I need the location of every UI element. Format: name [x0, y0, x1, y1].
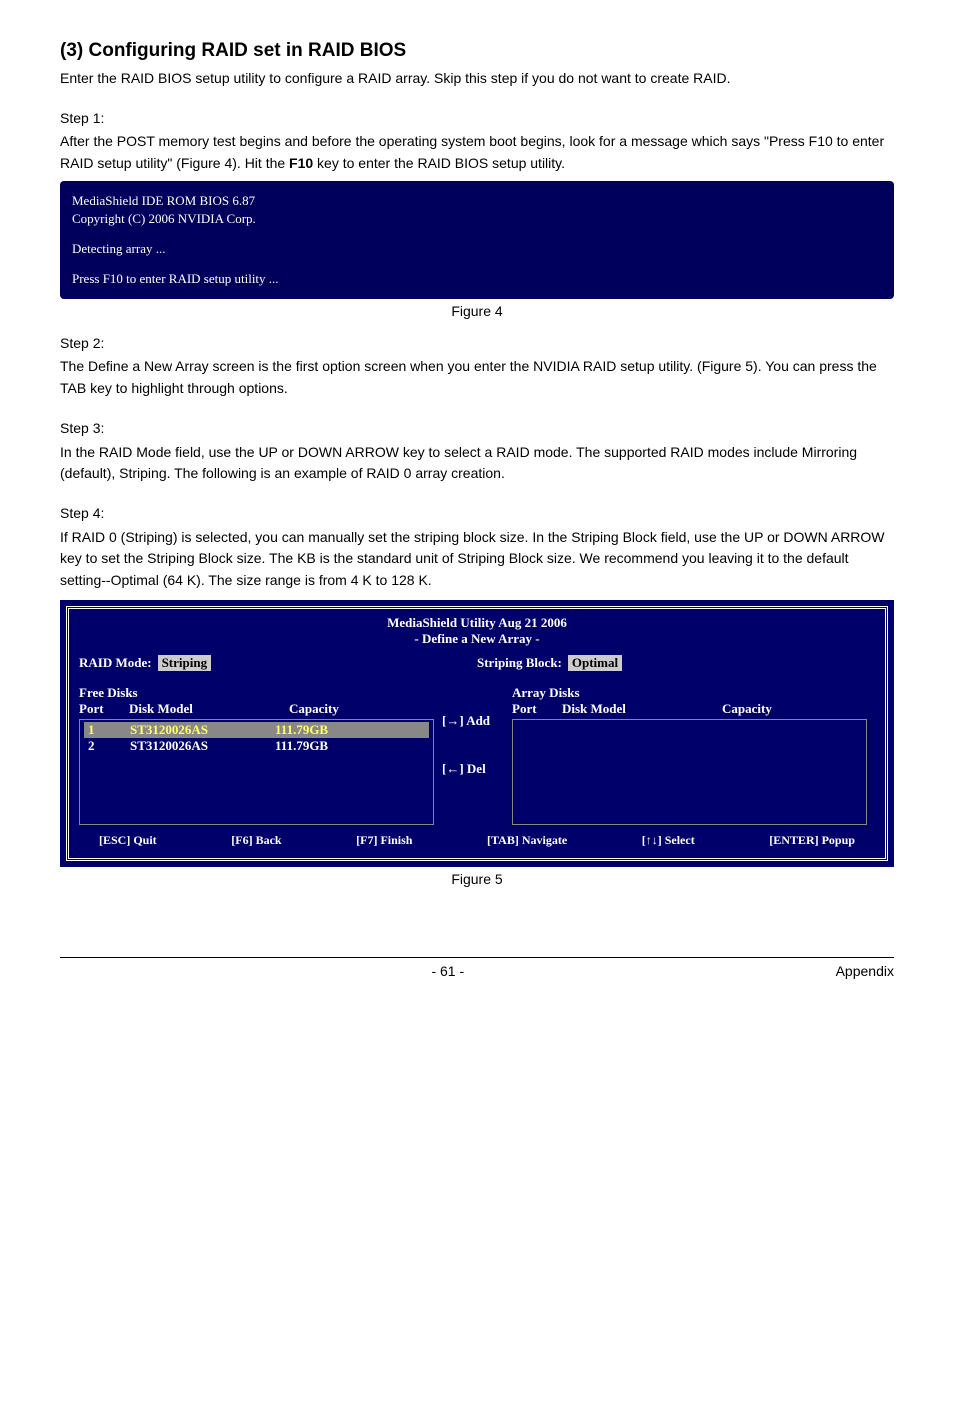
footer-f6[interactable]: [F6] Back [231, 833, 281, 848]
col-model: Disk Model [562, 701, 722, 717]
utility-title: MediaShield Utility Aug 21 2006 - Define… [79, 615, 875, 647]
bios-message-block: MediaShield IDE ROM BIOS 6.87 Copyright … [60, 181, 894, 299]
footer-select[interactable]: [↑↓] Select [642, 833, 695, 848]
step1-text: After the POST memory test begins and be… [60, 131, 894, 174]
utility-border: MediaShield Utility Aug 21 2006 - Define… [66, 606, 888, 861]
figure5-caption: Figure 5 [60, 871, 894, 887]
raid-mode-field[interactable]: RAID Mode: Striping [79, 655, 477, 671]
col-capacity: Capacity [289, 701, 442, 717]
step2-label: Step 2: [60, 333, 894, 355]
array-disks-title: Array Disks [512, 685, 875, 701]
step4-label: Step 4: [60, 503, 894, 525]
footer-appendix: Appendix [836, 963, 894, 979]
raid-mode-value[interactable]: Striping [158, 655, 212, 671]
figure4-caption: Figure 4 [60, 303, 894, 319]
utility-title-line2: - Define a New Array - [414, 631, 539, 646]
utility-footer: [ESC] Quit [F6] Back [F7] Finish [TAB] N… [79, 825, 875, 850]
section-heading: (3) Configuring RAID set in RAID BIOS [60, 40, 894, 62]
bios-line: Copyright (C) 2006 NVIDIA Corp. [72, 211, 882, 227]
utility-title-line1: MediaShield Utility Aug 21 2006 [387, 615, 567, 630]
bios-line: Detecting array ... [72, 241, 882, 257]
disks-row: Free Disks Port Disk Model Capacity 1 ST… [79, 685, 875, 825]
footer-f7[interactable]: [F7] Finish [356, 833, 412, 848]
array-disks-header: Port Disk Model Capacity [512, 701, 875, 717]
disk-capacity: 111.79GB [275, 722, 429, 738]
free-disk-row[interactable]: 1 ST3120026AS 111.79GB [84, 722, 429, 738]
page-footer: - 61 - Appendix [60, 957, 894, 979]
intro-text: Enter the RAID BIOS setup utility to con… [60, 68, 894, 90]
footer-tab[interactable]: [TAB] Navigate [487, 833, 567, 848]
del-action[interactable]: [←] Del [442, 761, 512, 777]
add-action[interactable]: [→] Add [442, 713, 512, 729]
array-disks-box[interactable] [512, 719, 867, 825]
spacer [72, 229, 882, 239]
footer-esc[interactable]: [ESC] Quit [99, 833, 157, 848]
page-number: - 61 - [431, 963, 464, 979]
disk-capacity: 111.79GB [275, 738, 429, 754]
bios-line: Press F10 to enter RAID setup utility ..… [72, 271, 882, 287]
col-capacity: Capacity [722, 701, 875, 717]
free-disks-title: Free Disks [79, 685, 442, 701]
free-disk-row[interactable]: 2 ST3120026AS 111.79GB [84, 738, 429, 754]
col-port: Port [79, 701, 129, 717]
spacer [72, 259, 882, 269]
mediashield-utility: MediaShield Utility Aug 21 2006 - Define… [60, 600, 894, 867]
step4-text: If RAID 0 (Striping) is selected, you ca… [60, 527, 894, 592]
step1-text-b: key to enter the RAID BIOS setup utility… [313, 155, 565, 171]
step1-key: F10 [289, 155, 313, 171]
raid-mode-label: RAID Mode: [79, 655, 152, 671]
step2-text: The Define a New Array screen is the fir… [60, 356, 894, 399]
disk-port: 1 [84, 722, 130, 738]
striping-block-field[interactable]: Striping Block: Optimal [477, 655, 875, 671]
array-disks-col: Array Disks Port Disk Model Capacity [512, 685, 875, 825]
free-disks-header: Port Disk Model Capacity [79, 701, 442, 717]
disk-model: ST3120026AS [130, 722, 275, 738]
disk-port: 2 [84, 738, 130, 754]
step3-label: Step 3: [60, 418, 894, 440]
striping-block-value[interactable]: Optimal [568, 655, 622, 671]
step1-label: Step 1: [60, 108, 894, 130]
step3-text: In the RAID Mode field, use the UP or DO… [60, 442, 894, 485]
col-port: Port [512, 701, 562, 717]
striping-block-label: Striping Block: [477, 655, 562, 671]
disk-actions: [→] Add [←] Del [442, 685, 512, 809]
free-disks-box[interactable]: 1 ST3120026AS 111.79GB 2 ST3120026AS 111… [79, 719, 434, 825]
bios-line: MediaShield IDE ROM BIOS 6.87 [72, 193, 882, 209]
col-model: Disk Model [129, 701, 289, 717]
utility-top-row: RAID Mode: Striping Striping Block: Opti… [79, 655, 875, 671]
free-disks-col: Free Disks Port Disk Model Capacity 1 ST… [79, 685, 442, 825]
disk-model: ST3120026AS [130, 738, 275, 754]
footer-enter[interactable]: [ENTER] Popup [769, 833, 855, 848]
